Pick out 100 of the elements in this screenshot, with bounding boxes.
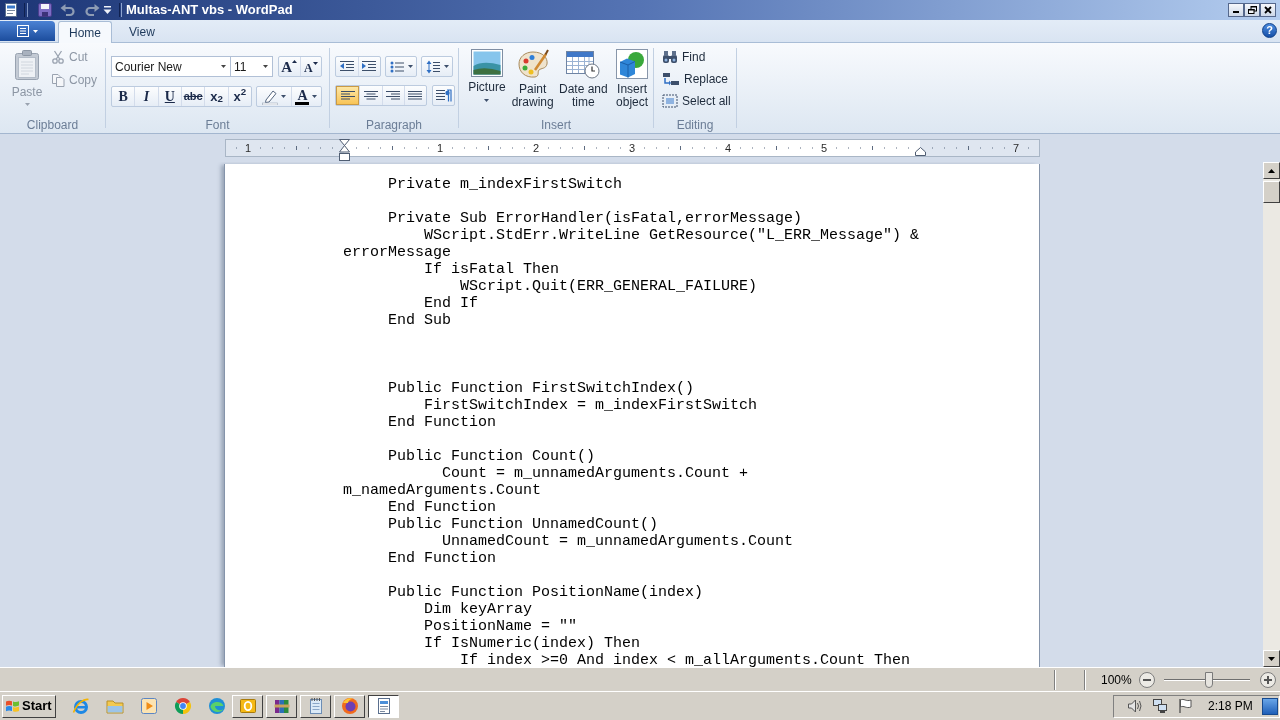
ring-tile-icon — [238, 697, 257, 715]
zoom-out-button[interactable] — [1139, 671, 1155, 688]
align-left-icon — [340, 90, 355, 101]
bullets-button[interactable] — [385, 56, 417, 77]
tricolor-circle-icon[interactable] — [174, 697, 192, 715]
ribbon-tab[interactable]: Home — [58, 21, 112, 43]
zoom-slider[interactable] — [1164, 671, 1250, 688]
scrollbar-thumb[interactable] — [1263, 181, 1280, 203]
caret-icon — [484, 99, 490, 102]
indent-icon — [361, 60, 378, 73]
windows-flag-icon — [5, 699, 20, 713]
group-label: Clipboard — [26, 118, 79, 132]
line-spacing-icon — [425, 59, 440, 74]
find-button[interactable]: Find — [662, 46, 736, 68]
caret-icon — [33, 29, 38, 33]
zoom-slider-thumb[interactable] — [1204, 671, 1213, 688]
minus-icon — [1143, 678, 1151, 681]
app-menu-button[interactable] — [0, 21, 55, 41]
code-line: Public Function UnnamedCount() — [388, 516, 659, 533]
shrink-font-button[interactable]: A — [299, 57, 321, 76]
play-icon[interactable] — [140, 697, 158, 715]
ruler-number: 5 — [820, 141, 828, 156]
scroll-down-button[interactable] — [1263, 650, 1280, 667]
highlighter-pen-icon — [261, 88, 278, 105]
flag-icon[interactable] — [1177, 698, 1193, 714]
picture-button[interactable]: Picture — [465, 49, 509, 102]
replace-button[interactable]: Replace — [662, 68, 736, 90]
insert-object-button[interactable]: Insert object — [611, 49, 653, 109]
code-line: Count = m_unnamedArguments.Count + — [442, 465, 749, 482]
caret-icon — [24, 103, 30, 106]
code-line: Public Function Count() — [388, 448, 596, 465]
clock: 2:18 PM — [1208, 699, 1253, 713]
align-left-button[interactable] — [336, 86, 360, 105]
date-time-button[interactable]: Date and time — [556, 49, 611, 109]
taskbar-button[interactable] — [368, 694, 399, 718]
paragraph-button[interactable] — [432, 85, 455, 106]
document-editor[interactable] — [224, 164, 1040, 667]
code-line: End Function — [388, 414, 497, 431]
outdent-icon — [338, 60, 355, 73]
line-spacing-button[interactable] — [421, 56, 453, 77]
zoom-in-button[interactable] — [1260, 671, 1276, 688]
start-button[interactable]: Start — [2, 694, 56, 718]
ruler-number: 3 — [628, 141, 636, 156]
minimize-button[interactable] — [1228, 3, 1244, 17]
clipboard-icon — [14, 50, 40, 80]
caret-up-icon — [292, 60, 298, 63]
italic-button[interactable]: I — [134, 87, 158, 106]
calendar-clock-icon — [566, 49, 601, 79]
right-indent-marker[interactable] — [914, 147, 926, 156]
select-all-icon — [662, 94, 678, 108]
caret-icon — [221, 65, 226, 68]
caret-icon — [312, 95, 318, 98]
close-button[interactable] — [1260, 3, 1276, 17]
scroll-up-button[interactable] — [1263, 162, 1280, 179]
color-swatch-icon — [295, 101, 310, 105]
underline-button[interactable]: U — [157, 87, 181, 106]
select-all-button[interactable]: Select all — [662, 90, 736, 112]
help-button[interactable]: ? — [1262, 23, 1277, 38]
superscript-button[interactable]: x$^{2}$ — [227, 87, 251, 106]
binoculars-icon — [662, 50, 678, 64]
ribbon-tab[interactable]: View — [118, 21, 166, 42]
bullet-list-icon — [389, 60, 404, 73]
triangle-up-icon — [1268, 168, 1275, 173]
document-lines-icon — [17, 25, 29, 37]
speaker-icon[interactable] — [1127, 698, 1143, 714]
code-line: End Function — [388, 499, 497, 516]
strikethrough-button[interactable]: abc — [181, 87, 205, 106]
code-line: WScript.StdErr.WriteLine GetResource("L_ERR_Message") & — [424, 227, 920, 244]
restore-icon — [1247, 6, 1257, 14]
left-indent-marker[interactable] — [338, 139, 350, 161]
code-line: Private Sub ErrorHandler(isFatal,errorMessage) — [388, 210, 803, 227]
bold-button[interactable]: B — [112, 87, 135, 106]
grow-font-button[interactable]: A — [279, 57, 300, 76]
close-icon — [1264, 6, 1272, 14]
align-center-icon — [363, 90, 378, 101]
ruler-number: 7 — [1012, 141, 1020, 156]
code-line: FirstSwitchIndex = m_indexFirstSwitch — [424, 397, 758, 414]
show-desktop-button[interactable] — [1262, 697, 1278, 715]
ruler-number: 4 — [724, 141, 732, 156]
document-app-icon[interactable] — [3, 2, 19, 18]
group-label: Font — [205, 118, 230, 132]
code-line: WScript.Quit(ERR_GENERAL_FAILURE) — [460, 278, 758, 295]
triangle-down-icon — [1268, 656, 1275, 661]
font-size-dropdown[interactable]: 11 — [231, 56, 273, 77]
font-color-button[interactable]: A — [290, 87, 321, 106]
flame-globe-icon — [340, 697, 359, 715]
paint-drawing-button[interactable]: Paint drawing — [509, 49, 556, 109]
code-line: m_namedArguments.Count — [343, 482, 542, 499]
code-line: If isFatal Then — [424, 261, 560, 278]
subscript-button[interactable]: x$_{2}$ — [204, 87, 228, 106]
caret-icon — [263, 65, 268, 68]
restore-button[interactable] — [1244, 3, 1260, 17]
justify-icon — [408, 90, 423, 101]
caret-icon — [443, 65, 449, 68]
font-name-dropdown[interactable]: Courier New — [111, 56, 231, 77]
copy-pages-icon — [51, 73, 65, 87]
network-icon[interactable] — [1152, 698, 1168, 714]
ruler-number: 2 — [532, 141, 540, 156]
dropdown-caret-icon[interactable] — [103, 5, 112, 15]
code-line: Public Function FirstSwitchIndex() — [388, 380, 695, 397]
